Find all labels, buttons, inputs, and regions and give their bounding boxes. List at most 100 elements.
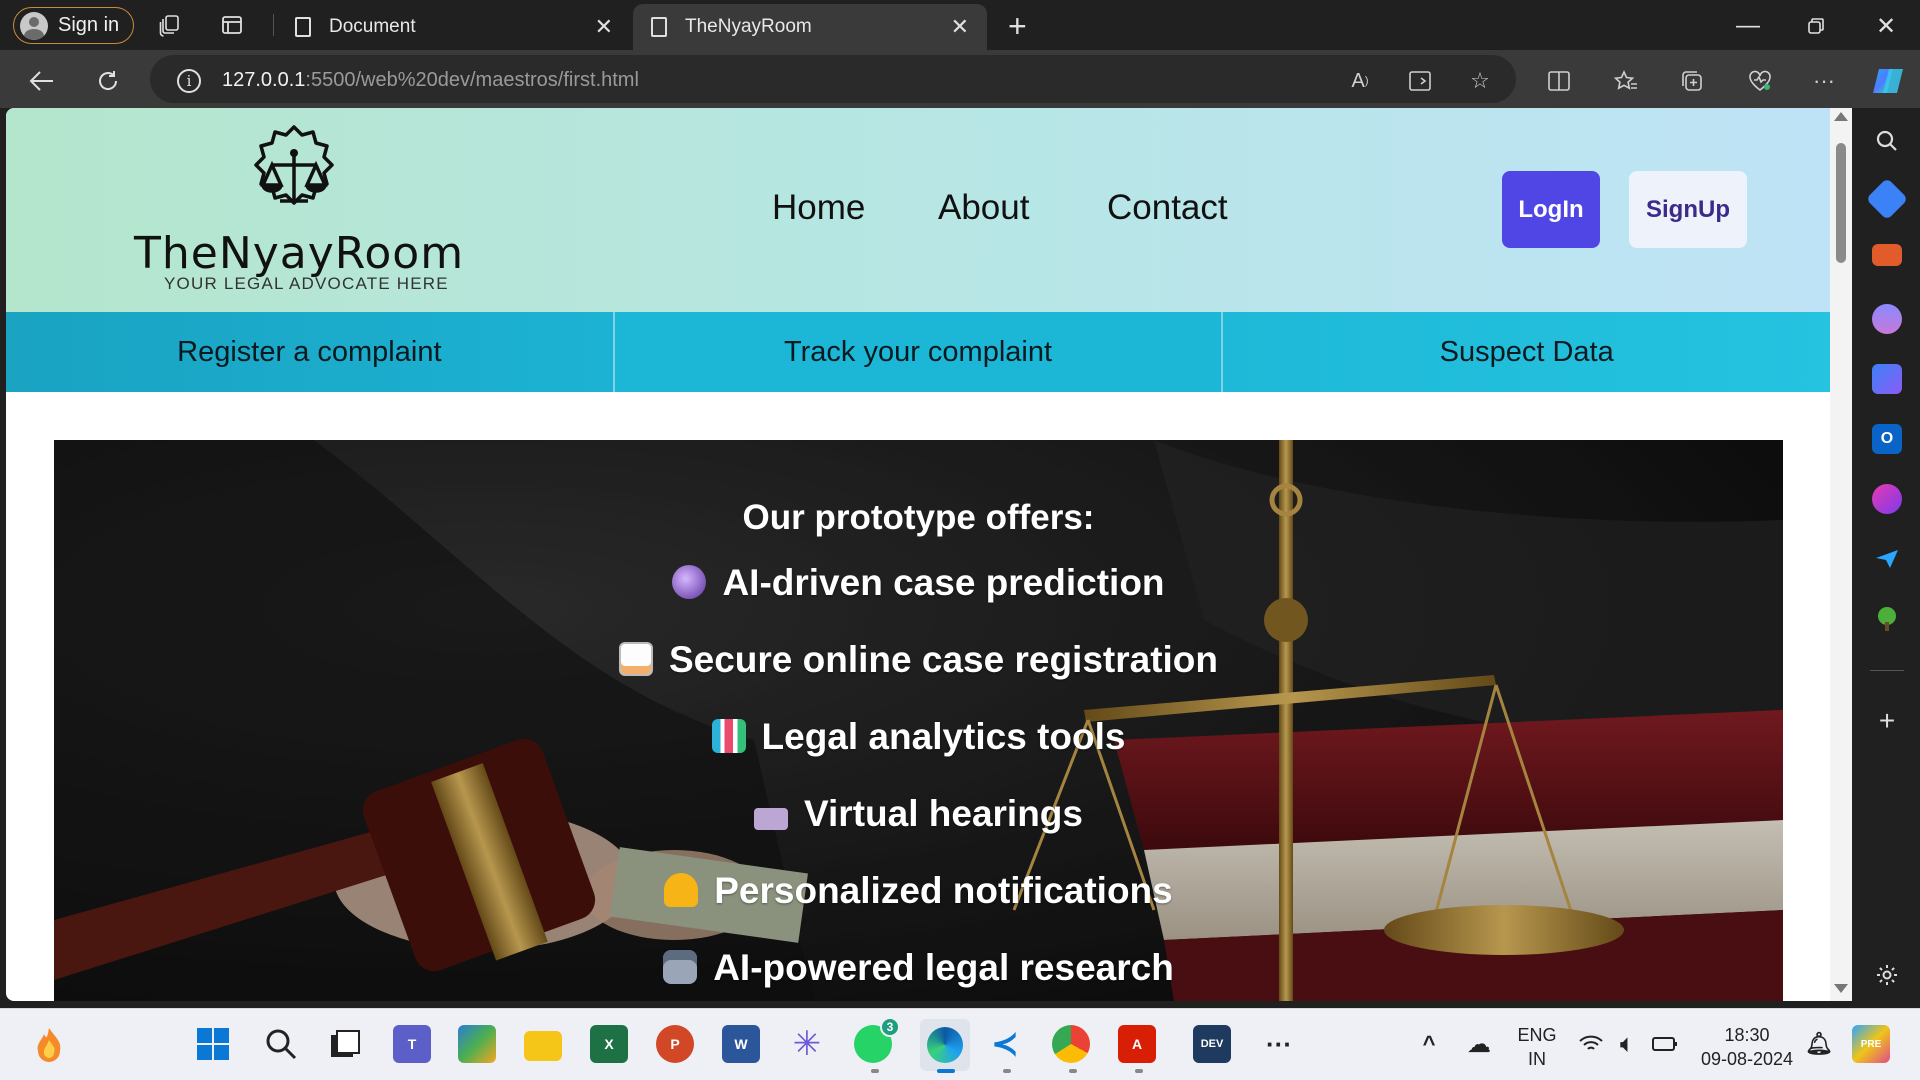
nav-about-link[interactable]: About [938,188,1029,228]
language-indicator[interactable]: ENG IN [1512,1023,1562,1071]
tab-strip: Sign in Document ✕ TheNyayRoom ✕ + — ✕ [0,0,1920,50]
site-info-icon[interactable]: i [177,69,201,93]
running-indicator [1069,1069,1077,1073]
more-apps-icon[interactable]: ··· [1260,1025,1298,1063]
profile-label: Sign in [58,14,120,36]
avatar [20,11,48,40]
file-explorer-icon[interactable] [524,1031,562,1061]
memo-icon [618,642,653,676]
windows-start-icon[interactable] [194,1025,232,1063]
scroll-down-arrow-icon[interactable] [1834,984,1848,993]
chevron-up-icon[interactable]: ^ [1410,1025,1448,1063]
edge-icon [927,1027,963,1063]
favorites-icon[interactable] [1612,67,1640,95]
url-text[interactable]: 127.0.0.1:5500/web%20dev/maestros/first.… [222,69,639,92]
scales-of-justice-logo [254,125,334,205]
browser-essentials-icon[interactable] [1746,67,1774,95]
widgets-flame-icon[interactable] [30,1025,68,1063]
page-viewport: TheNyayRoom YOUR LEGAL ADVOCATE HERE Hom… [6,108,1830,1001]
read-aloud-icon[interactable]: A) [1346,67,1374,95]
perplexity-icon[interactable]: ✳ [788,1025,826,1063]
browser-sidebar: O + [1852,108,1920,1008]
vscode-icon[interactable]: ≺ [986,1025,1024,1063]
more-options-icon[interactable]: ··· [1810,67,1838,95]
powerpoint-icon[interactable]: P [656,1025,694,1063]
battery-icon[interactable] [1646,1025,1684,1063]
games-icon[interactable] [1872,304,1902,334]
immersive-reader-icon[interactable] [1406,67,1434,95]
volume-icon[interactable]: 🔈︎ [1608,1025,1646,1063]
complaint-subnav: Register a complaint Track your complain… [6,312,1830,392]
sidebar-divider [1870,670,1904,671]
hero-banner: Our prototype offers: AI-driven case pre… [54,440,1783,1001]
signup-button[interactable]: SignUp [1629,171,1747,248]
tab-document[interactable]: Document ✕ [277,4,631,50]
outlook-icon[interactable]: O [1872,424,1902,454]
close-icon[interactable]: ✕ [951,14,969,40]
login-button[interactable]: LogIn [1502,171,1600,248]
brand-tagline: YOUR LEGAL ADVOCATE HERE [164,274,449,293]
onedrive-cloud-icon[interactable]: ☁ [1460,1025,1498,1063]
suspect-data-link[interactable]: Suspect Data [1223,312,1830,392]
search-icon[interactable] [1872,126,1902,156]
chrome-icon[interactable] [1052,1025,1090,1063]
tab-thenyayroom[interactable]: TheNyayRoom ✕ [633,4,987,50]
refresh-icon[interactable] [94,67,122,95]
clock[interactable]: 18:30 09-08-2024 [1692,1023,1802,1071]
browser-toolbar: i 127.0.0.1:5500/web%20dev/maestros/firs… [0,50,1920,108]
browser-window: Sign in Document ✕ TheNyayRoom ✕ + — ✕ i… [0,0,1920,1008]
running-indicator [1003,1069,1011,1073]
windows-taskbar: T X P W ✳ 3 ≺ A DEV ··· ^ ☁ ENG IN 🔈︎ 18:… [0,1008,1920,1080]
collections-icon[interactable] [1678,67,1706,95]
copilot-sidebar-icon[interactable] [1872,364,1902,394]
split-screen-icon[interactable] [1545,67,1573,95]
back-arrow-icon[interactable] [28,67,56,95]
designer-icon[interactable] [1872,484,1902,514]
running-indicator [871,1069,879,1073]
notification-bell-icon[interactable]: 🔔︎ [1800,1025,1838,1063]
favorite-star-icon[interactable]: ☆ [1466,67,1494,95]
tab-actions-icon[interactable] [217,10,247,40]
scroll-up-arrow-icon[interactable] [1834,112,1848,121]
nav-contact-link[interactable]: Contact [1107,188,1228,228]
nav-home-link[interactable]: Home [772,188,865,228]
workspaces-icon[interactable] [155,10,185,40]
search-icon[interactable] [262,1025,300,1063]
whatsapp-icon[interactable]: 3 [854,1017,900,1063]
acrobat-icon[interactable]: A [1118,1025,1156,1063]
site-header: TheNyayRoom YOUR LEGAL ADVOCATE HERE Hom… [6,108,1830,312]
page-scrollbar[interactable] [1830,108,1852,1001]
copilot-icon[interactable] [1868,67,1908,95]
track-complaint-link[interactable]: Track your complaint [614,312,1224,392]
tools-briefcase-icon[interactable] [1872,244,1902,266]
profile-button[interactable]: Sign in [13,7,135,44]
running-indicator [1135,1069,1143,1073]
microsoft-store-icon[interactable] [458,1025,496,1063]
tree-icon[interactable] [1872,604,1902,634]
tab-title: Document [329,16,416,37]
teams-icon[interactable]: T [393,1025,431,1063]
send-icon[interactable] [1872,544,1902,574]
close-window-button[interactable]: ✕ [1856,6,1916,46]
scrollbar-thumb[interactable] [1836,143,1846,263]
restore-button[interactable] [1786,6,1846,46]
feature-item: Secure online case registration [54,639,1783,681]
task-view-icon[interactable] [326,1025,364,1063]
copilot-preview-icon[interactable]: PRE [1852,1025,1890,1063]
edge-active-icon[interactable] [920,1019,970,1071]
excel-icon[interactable]: X [590,1025,628,1063]
document-icon [295,17,311,37]
wifi-icon[interactable] [1572,1025,1610,1063]
close-icon[interactable]: ✕ [595,14,613,40]
word-icon[interactable]: W [722,1025,760,1063]
register-complaint-link[interactable]: Register a complaint [6,312,615,392]
add-icon[interactable]: + [1872,705,1902,736]
minimize-button[interactable]: — [1718,6,1778,46]
settings-gear-icon[interactable] [1872,960,1902,990]
tab-title: TheNyayRoom [685,16,812,37]
shopping-tag-icon[interactable] [1865,177,1909,221]
dev-cpp-icon[interactable]: DEV [1193,1025,1231,1063]
feature-item: AI-driven case prediction [54,562,1783,604]
brand-name: TheNyayRoom [134,228,465,279]
new-tab-button[interactable]: + [1008,8,1027,45]
